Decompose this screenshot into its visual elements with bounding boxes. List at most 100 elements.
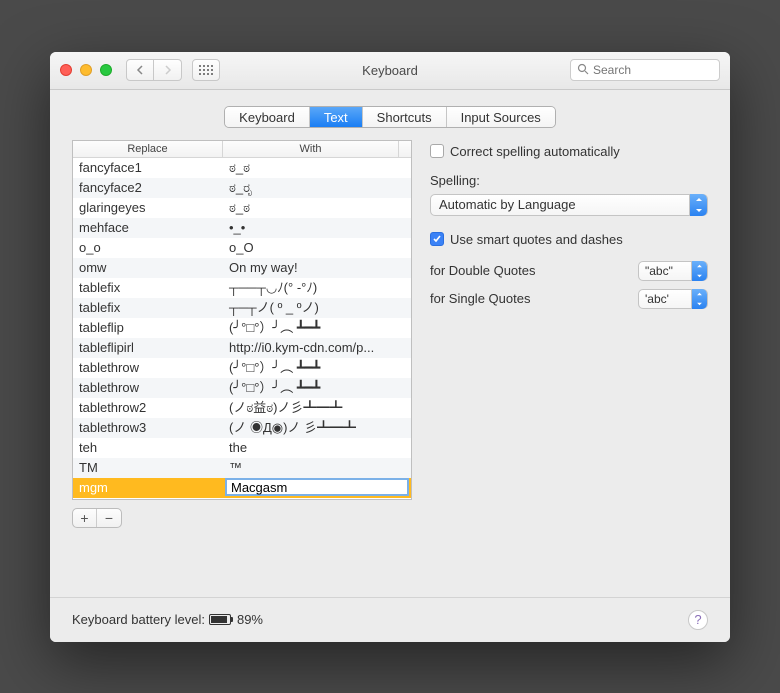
with-edit-input[interactable]: Macgasm xyxy=(225,478,409,496)
tab-keyboard[interactable]: Keyboard xyxy=(225,107,310,127)
cell-with[interactable]: On my way! xyxy=(223,258,411,278)
grid-icon xyxy=(199,65,213,75)
tab-text[interactable]: Text xyxy=(310,107,363,127)
table-row[interactable]: TM™ xyxy=(73,458,411,478)
table-row[interactable]: fancyface1ಠ_ಠ xyxy=(73,158,411,178)
close-button[interactable] xyxy=(60,64,72,76)
smart-quotes-label: Use smart quotes and dashes xyxy=(450,232,623,247)
table-row[interactable]: tablethrow2(ノಠ益ಠ)ノ彡┻━┻ xyxy=(73,398,411,418)
cell-with[interactable]: (╯°□°）╯︵ ┻━┻ xyxy=(223,378,411,398)
table-row[interactable]: tablefix┬──┬◡ﾉ(° -°ﾉ) xyxy=(73,278,411,298)
forward-button[interactable] xyxy=(154,59,182,81)
cell-with[interactable]: http://i0.kym-cdn.com/p... xyxy=(223,338,411,358)
cell-replace[interactable]: mgm xyxy=(73,478,223,498)
search-input[interactable] xyxy=(593,63,730,77)
add-remove-controls: + − xyxy=(72,508,412,528)
cell-replace[interactable]: tableflip xyxy=(73,318,223,338)
table-row[interactable]: o_oo_O xyxy=(73,238,411,258)
table-row[interactable]: mehface•_• xyxy=(73,218,411,238)
battery-icon xyxy=(209,614,231,625)
cell-replace[interactable]: o_o xyxy=(73,238,223,258)
titlebar: Keyboard xyxy=(50,52,730,90)
cell-replace[interactable]: glaringeyes xyxy=(73,198,223,218)
cell-replace[interactable]: fancyface1 xyxy=(73,158,223,178)
tab-input-sources[interactable]: Input Sources xyxy=(447,107,555,127)
cell-with[interactable]: ┬──┬◡ﾉ(° -°ﾉ) xyxy=(223,278,411,298)
table-row[interactable]: omwOn my way! xyxy=(73,258,411,278)
smart-quotes-row[interactable]: Use smart quotes and dashes xyxy=(430,232,708,247)
table-row[interactable]: glaringeyesಠ_ಠ xyxy=(73,198,411,218)
table-row-editing[interactable]: mgmMacgasm xyxy=(73,478,411,498)
search-field-wrap[interactable] xyxy=(570,59,720,81)
smart-quotes-checkbox[interactable] xyxy=(430,232,444,246)
remove-button[interactable]: − xyxy=(97,509,121,527)
cell-replace[interactable]: omw xyxy=(73,258,223,278)
replacements-pane: Replace With fancyface1ಠ_ಠfancyface2ಠ_ರೃ… xyxy=(72,140,412,587)
table-row[interactable]: tablefix┬─┬ノ( º _ ºノ) xyxy=(73,298,411,318)
cell-replace[interactable]: tablethrow2 xyxy=(73,398,223,418)
cell-with[interactable]: •_• xyxy=(223,218,411,238)
table-row[interactable]: tablethrow(╯°□°）╯︵ ┻━┻ xyxy=(73,378,411,398)
spelling-value: Automatic by Language xyxy=(439,197,576,212)
correct-spelling-checkbox[interactable] xyxy=(430,144,444,158)
table-row[interactable]: tableflipirlhttp://i0.kym-cdn.com/p... xyxy=(73,338,411,358)
replacements-table[interactable]: Replace With fancyface1ಠ_ಠfancyface2ಠ_ರೃ… xyxy=(72,140,412,500)
table-row[interactable]: tablethrow3(ノ ◉Д◉)ノ 彡┻━┻ xyxy=(73,418,411,438)
table-header: Replace With xyxy=(73,141,411,158)
table-body[interactable]: fancyface1ಠ_ಠfancyface2ಠ_ರೃglaringeyesಠ_… xyxy=(73,158,411,499)
double-quotes-label: for Double Quotes xyxy=(430,263,536,278)
help-button[interactable]: ? xyxy=(688,610,708,630)
cell-with-editing[interactable]: Macgasm xyxy=(223,478,411,498)
double-quotes-select[interactable]: "abc" xyxy=(638,261,708,281)
table-row[interactable]: fancyface2ಠ_ರೃ xyxy=(73,178,411,198)
select-stepper-icon xyxy=(691,289,707,309)
cell-replace[interactable]: tablethrow xyxy=(73,378,223,398)
cell-with[interactable]: (ノಠ益ಠ)ノ彡┻━┻ xyxy=(223,398,411,418)
spelling-select[interactable]: Automatic by Language xyxy=(430,194,708,216)
table-row[interactable]: tableflip(╯°□°）╯︵ ┻━┻ xyxy=(73,318,411,338)
cell-replace[interactable]: tableflipirl xyxy=(73,338,223,358)
cell-with[interactable]: ™ xyxy=(223,458,411,478)
correct-spelling-row[interactable]: Correct spelling automatically xyxy=(430,144,708,159)
cell-with[interactable]: (ノ ◉Д◉)ノ 彡┻━┻ xyxy=(223,418,411,438)
single-quotes-select[interactable]: 'abc' xyxy=(638,289,708,309)
cell-replace[interactable]: teh xyxy=(73,438,223,458)
add-button[interactable]: + xyxy=(73,509,97,527)
back-button[interactable] xyxy=(126,59,154,81)
spelling-label: Spelling: xyxy=(430,173,708,188)
cell-with[interactable]: ಠ_ಠ xyxy=(223,198,411,218)
tab-shortcuts[interactable]: Shortcuts xyxy=(363,107,447,127)
select-stepper-icon xyxy=(689,194,707,216)
cell-replace[interactable]: tablefix xyxy=(73,278,223,298)
cell-replace[interactable]: fancyface2 xyxy=(73,178,223,198)
cell-with[interactable]: ಠ_ಠ xyxy=(223,158,411,178)
cell-replace[interactable]: tablefix xyxy=(73,298,223,318)
double-quotes-value: "abc" xyxy=(645,264,673,278)
battery-percent: 89% xyxy=(237,612,263,627)
battery-status: 89% xyxy=(209,612,263,627)
cell-replace[interactable]: TM xyxy=(73,458,223,478)
cell-replace[interactable]: tablethrow3 xyxy=(73,418,223,438)
cell-with[interactable]: (╯°□°）╯︵ ┻━┻ xyxy=(223,358,411,378)
table-row[interactable]: tehthe xyxy=(73,438,411,458)
single-quotes-row: for Single Quotes 'abc' xyxy=(430,289,708,309)
content-area: Replace With fancyface1ಠ_ಠfancyface2ಠ_ರೃ… xyxy=(50,140,730,597)
cell-replace[interactable]: mehface xyxy=(73,218,223,238)
single-quotes-label: for Single Quotes xyxy=(430,291,530,306)
minimize-button[interactable] xyxy=(80,64,92,76)
cell-replace[interactable]: tablethrow xyxy=(73,358,223,378)
footer: Keyboard battery level: 89% ? xyxy=(50,597,730,642)
zoom-button[interactable] xyxy=(100,64,112,76)
cell-with[interactable]: ┬─┬ノ( º _ ºノ) xyxy=(223,298,411,318)
tab-bar: KeyboardTextShortcutsInput Sources xyxy=(50,90,730,140)
column-header-replace[interactable]: Replace xyxy=(73,141,223,157)
show-all-button[interactable] xyxy=(192,59,220,81)
cell-with[interactable]: the xyxy=(223,438,411,458)
cell-with[interactable]: o_O xyxy=(223,238,411,258)
column-header-with[interactable]: With xyxy=(223,141,399,157)
cell-with[interactable]: ಠ_ರೃ xyxy=(223,178,411,198)
table-row[interactable]: tablethrow(╯°□°）╯︵ ┻━┻ xyxy=(73,358,411,378)
single-quotes-value: 'abc' xyxy=(645,292,669,306)
cell-with[interactable]: (╯°□°）╯︵ ┻━┻ xyxy=(223,318,411,338)
double-quotes-row: for Double Quotes "abc" xyxy=(430,261,708,281)
